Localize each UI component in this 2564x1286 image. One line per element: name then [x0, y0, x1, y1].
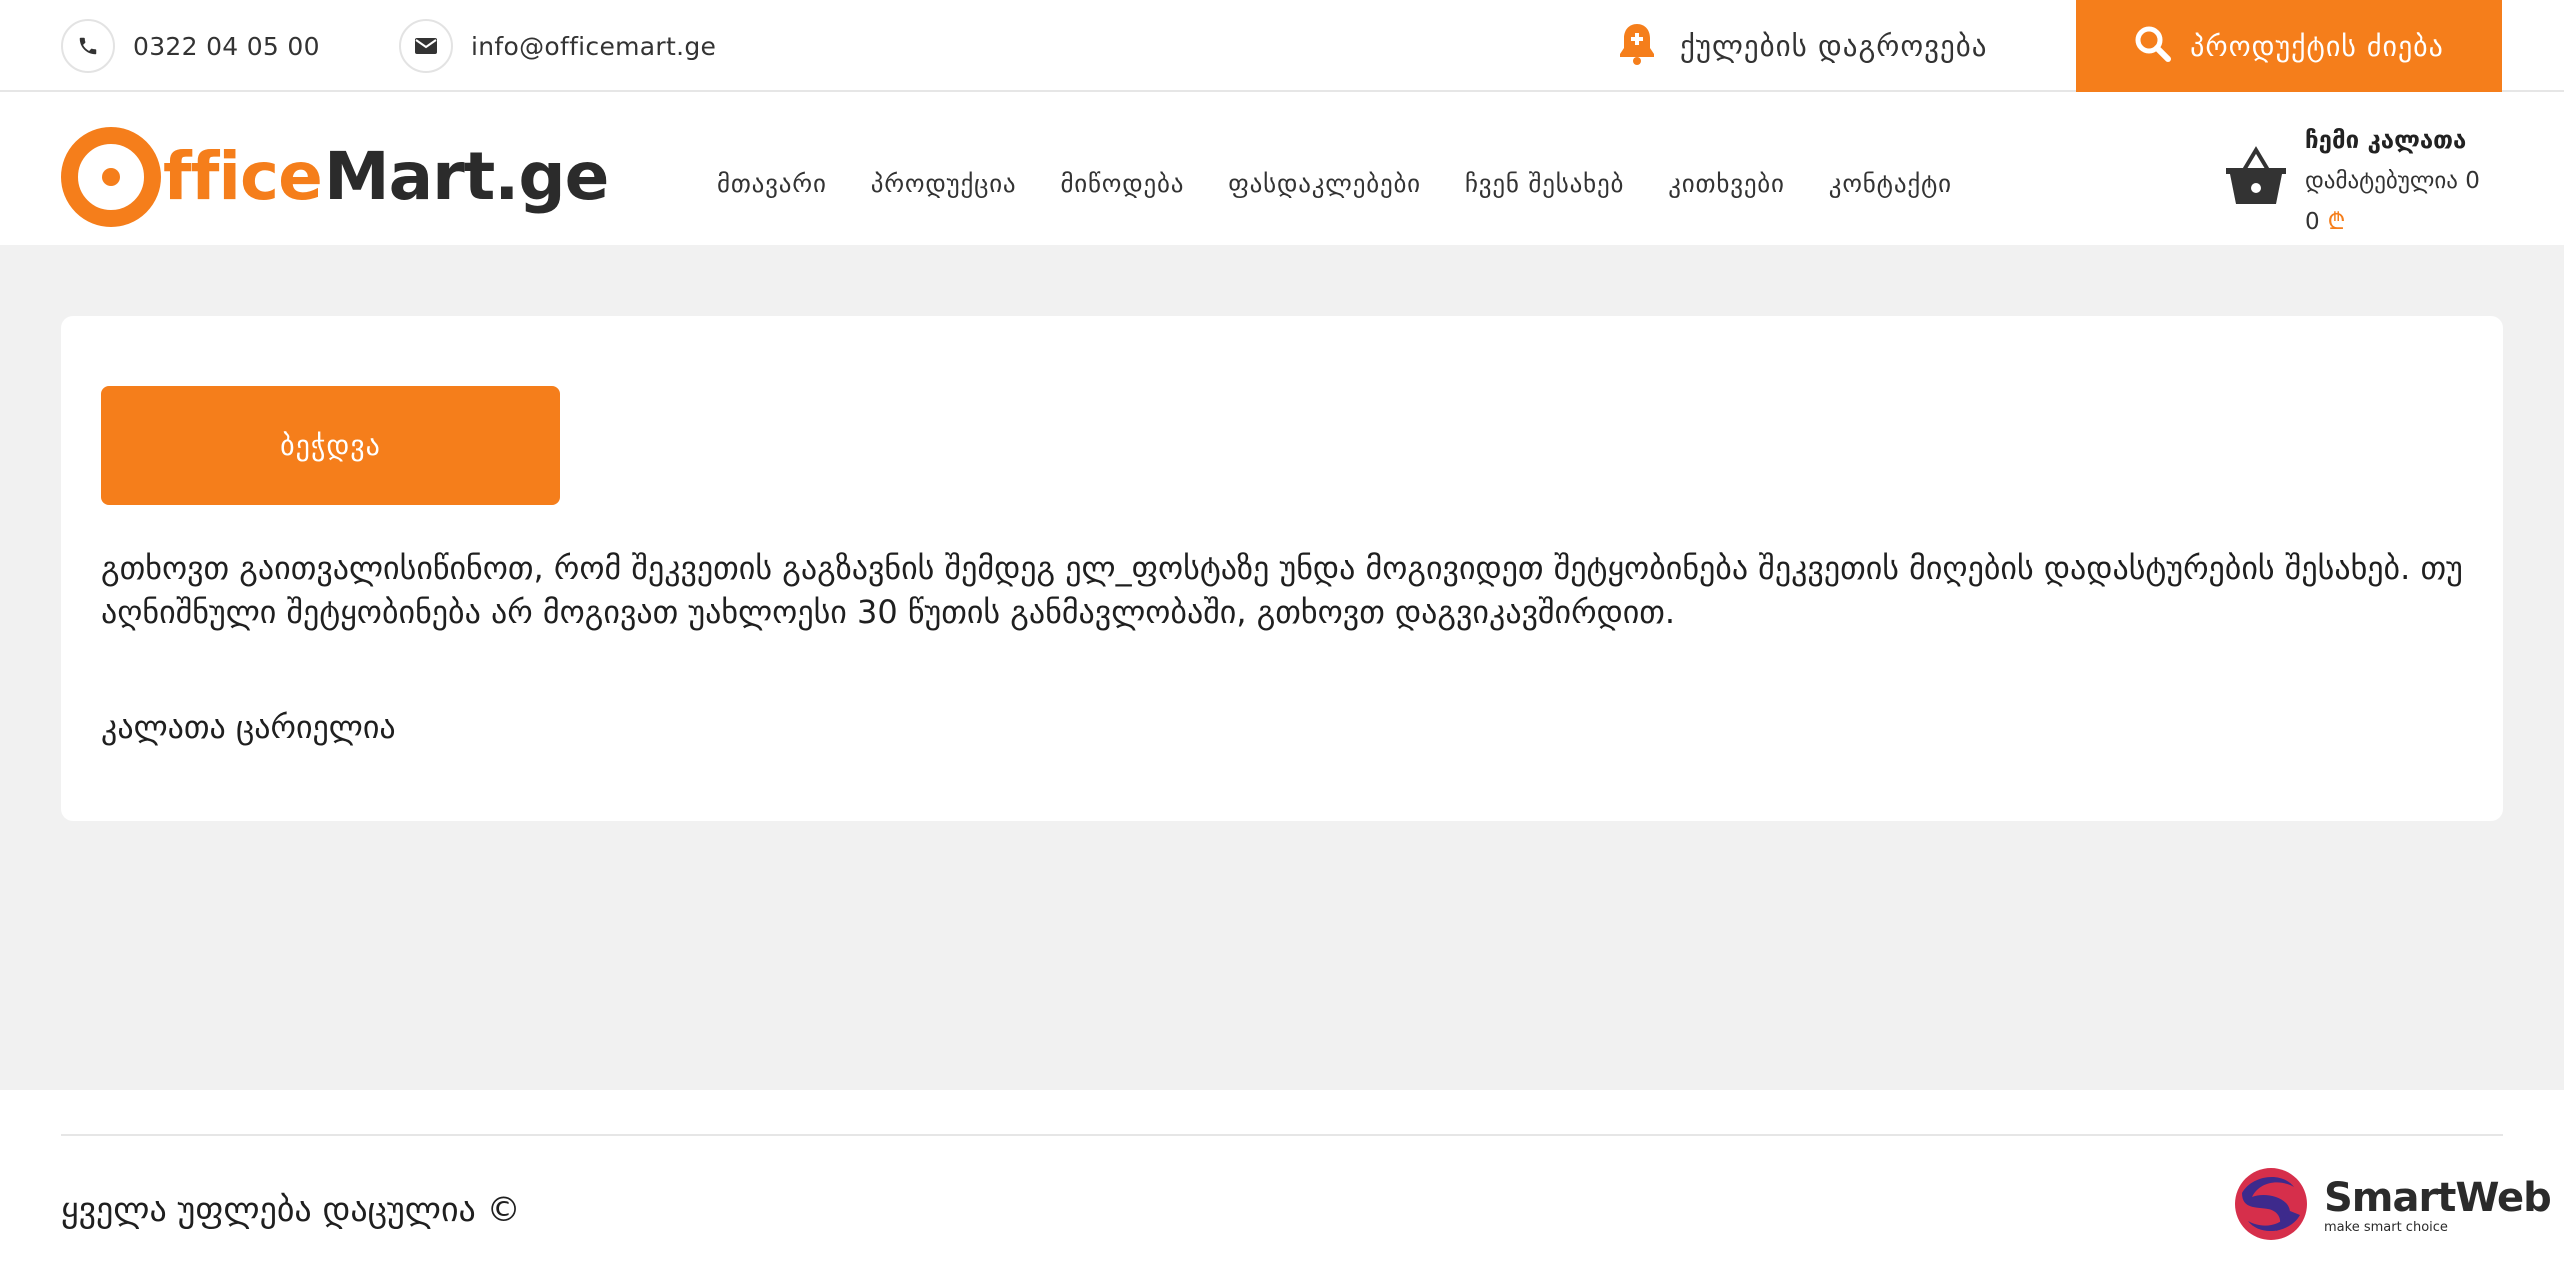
main-nav: მთავარი პროდუქცია მიწოდება ფასდაკლებები … [717, 169, 1996, 198]
cart-card: ბეჭდვა გთხოვთ გაითვალისიწინოთ, რომ შეკვე… [61, 316, 2503, 821]
mail-icon [399, 19, 453, 73]
print-button[interactable]: ბეჭდვა [101, 386, 560, 505]
top-bar: 0322 04 05 00 info@officemart.ge ქულების… [0, 0, 2564, 92]
email-address: info@officemart.ge [471, 31, 717, 61]
search-label: პროდუქტის ძიება [2190, 29, 2444, 63]
smartweb-tagline: make smart choice [2324, 1219, 2448, 1235]
basket-icon [2224, 146, 2288, 212]
nav-item-discounts[interactable]: ფასდაკლებები [1228, 169, 1421, 198]
points-label: ქულების დაგროვება [1680, 29, 1988, 63]
smartweb-name: SmartWeb [2324, 1174, 2552, 1221]
footer-divider [61, 1134, 2503, 1136]
nav-item-faq[interactable]: კითხვები [1668, 169, 1785, 198]
nav-item-products[interactable]: პროდუქცია [871, 169, 1017, 198]
logo-o-icon [61, 127, 161, 227]
cart-title: ჩემი კალათა [2305, 126, 2467, 154]
smartweb-brand: SmartWeb make smart choice [2324, 1174, 2552, 1235]
phone-number: 0322 04 05 00 [133, 31, 320, 61]
points-link[interactable]: ქულების დაგროვება [1616, 20, 1988, 72]
lari-icon: ₾ [2327, 209, 2346, 235]
order-notice: გთხოვთ გაითვალისიწინოთ, რომ შეკვეთის გაგ… [101, 549, 2463, 631]
cart-sum-value: 0 [2305, 209, 2320, 235]
nav-item-home[interactable]: მთავარი [717, 169, 827, 198]
logo-text-accent: ffice [163, 138, 323, 215]
nav-item-contact[interactable]: კონტაქტი [1829, 169, 1952, 198]
copyright-text: ყველა უფლება დაცულია © [61, 1190, 521, 1230]
search-icon [2134, 25, 2172, 67]
empty-cart-message: კალათა ცარიელია [101, 708, 396, 746]
smartweb-logo-icon [2232, 1165, 2310, 1247]
nav-item-delivery[interactable]: მიწოდება [1060, 169, 1184, 198]
phone-icon [61, 19, 115, 73]
product-search-button[interactable]: პროდუქტის ძიება [2076, 0, 2502, 92]
cart-added-count: დამატებულია 0 [2305, 168, 2480, 194]
nav-item-about[interactable]: ჩვენ შესახებ [1465, 169, 1624, 198]
email-contact[interactable]: info@officemart.ge [399, 19, 717, 73]
site-footer: ყველა უფლება დაცულია © SmartWeb make sma… [0, 1090, 2564, 1286]
cart-sum: 0 ₾ [2305, 204, 2345, 236]
smartweb-logo[interactable]: SmartWeb make smart choice [2232, 1165, 2552, 1247]
logo-text-dark: Mart.ge [323, 138, 609, 215]
site-header: ffice Mart.ge მთავარი პროდუქცია მიწოდება… [0, 92, 2564, 245]
officemart-logo[interactable]: ffice Mart.ge [61, 127, 609, 227]
bell-plus-icon [1616, 21, 1658, 71]
phone-contact[interactable]: 0322 04 05 00 [61, 19, 320, 73]
